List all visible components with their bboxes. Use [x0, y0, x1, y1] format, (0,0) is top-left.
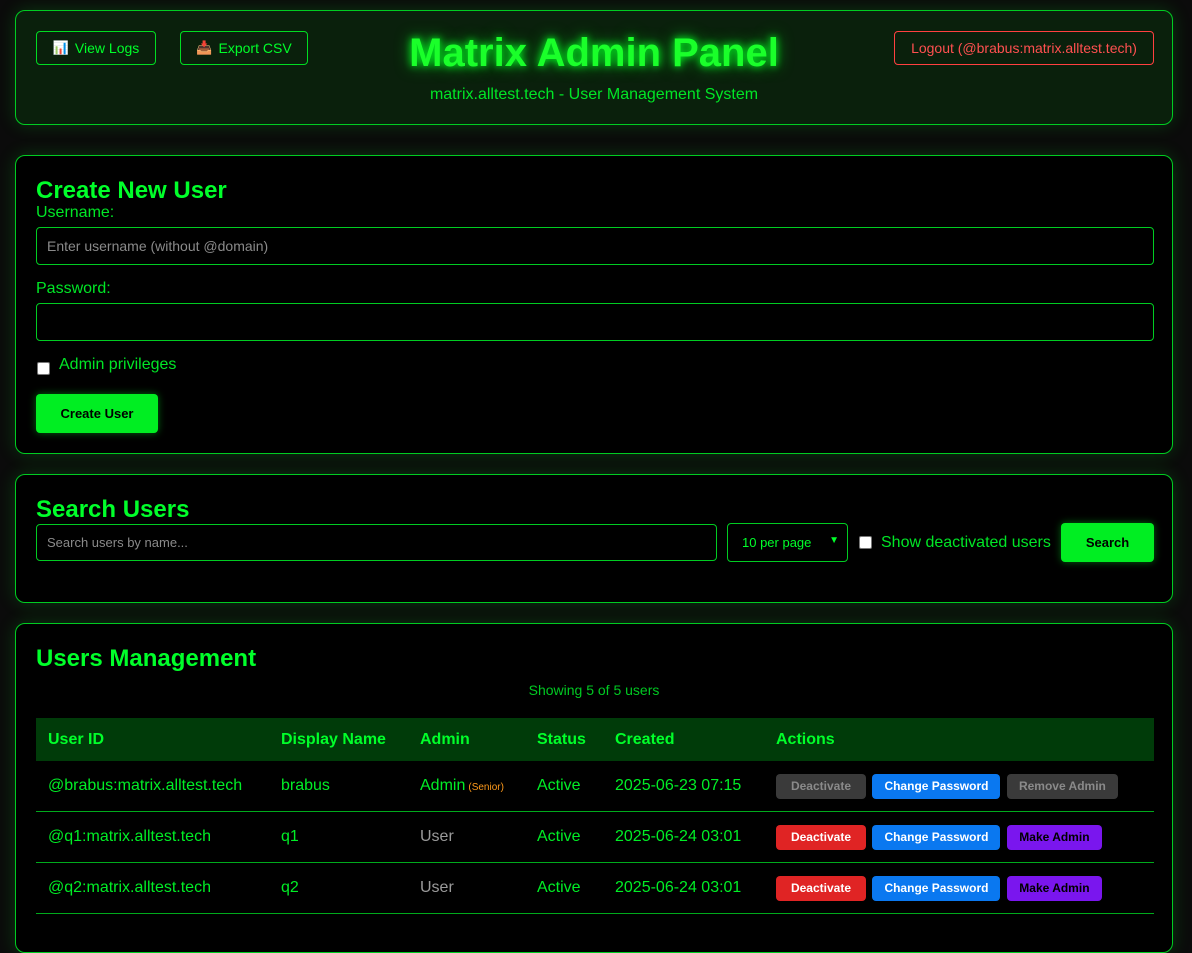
users-management-panel: Users Management Showing 5 of 5 users Us…	[15, 623, 1173, 953]
status-cell: Active	[525, 811, 603, 863]
status-cell: Active	[525, 862, 603, 914]
table-row: @q2:matrix.alltest.tech q2 User Active 2…	[36, 862, 1154, 914]
user-id-cell: @q1:matrix.alltest.tech	[36, 811, 269, 863]
make-admin-button[interactable]: Make Admin	[1006, 875, 1102, 901]
username-input[interactable]	[36, 227, 1154, 265]
create-user-panel: Create New User Username: Password: Admi…	[15, 155, 1173, 454]
actions-cell: Deactivate Change Password Remove Admin	[764, 761, 1154, 812]
username-label: Username:	[36, 204, 115, 221]
column-display-name[interactable]: Display Name	[269, 718, 408, 761]
admin-role: Admin	[420, 777, 466, 794]
password-label: Password:	[36, 280, 111, 297]
search-button[interactable]: Search	[1061, 523, 1154, 562]
created-cell: 2025-06-24 03:01	[603, 811, 764, 863]
deactivate-button: Deactivate	[776, 773, 866, 799]
change-password-button[interactable]: Change Password	[872, 773, 1001, 799]
admin-cell: Admin (Senior)	[408, 761, 525, 812]
column-admin[interactable]: Admin	[408, 718, 525, 761]
create-user-button[interactable]: Create User	[36, 394, 158, 433]
users-table: User ID Display Name Admin Status Create…	[36, 718, 1154, 914]
chevron-down-icon: ▼	[829, 535, 839, 546]
logout-button[interactable]: Logout (@brabus:matrix.alltest.tech)	[894, 31, 1154, 65]
showing-count: Showing 5 of 5 users	[528, 682, 660, 698]
admin-cell: User	[408, 811, 525, 863]
per-page-value: 10 per page	[742, 535, 812, 550]
show-deactivated-label: Show deactivated users	[881, 534, 1051, 551]
header-panel: 📊 View Logs 📥 Export CSV Matrix Admin Pa…	[15, 10, 1173, 125]
deactivate-button[interactable]: Deactivate	[776, 824, 866, 850]
column-created[interactable]: Created	[603, 718, 764, 761]
page-subtitle: matrix.alltest.tech - User Management Sy…	[429, 86, 759, 103]
display-name-cell: q2	[269, 862, 408, 914]
column-user-id[interactable]: User ID	[36, 718, 269, 761]
user-id-cell: @brabus:matrix.alltest.tech	[36, 761, 269, 812]
per-page-select[interactable]: 10 per page ▼	[727, 523, 848, 562]
actions-cell: Deactivate Change Password Make Admin	[764, 811, 1154, 863]
admin-cell: User	[408, 862, 525, 914]
column-actions: Actions	[776, 730, 835, 748]
change-password-button[interactable]: Change Password	[872, 875, 1001, 901]
deactivate-button[interactable]: Deactivate	[776, 875, 866, 901]
admin-privileges-label: Admin privileges	[59, 356, 177, 373]
search-users-panel: Search Users 10 per page ▼ Show deactiva…	[15, 474, 1173, 603]
table-row: @brabus:matrix.alltest.tech brabus Admin…	[36, 761, 1154, 812]
show-deactivated-checkbox[interactable]	[859, 536, 872, 549]
status-cell: Active	[525, 761, 603, 812]
admin-privileges-checkbox[interactable]	[37, 362, 50, 375]
senior-badge: (Senior)	[468, 782, 504, 793]
user-id-cell: @q2:matrix.alltest.tech	[36, 862, 269, 914]
column-status[interactable]: Status	[525, 718, 603, 761]
search-input[interactable]	[36, 524, 717, 561]
table-header-row: User ID Display Name Admin Status Create…	[36, 718, 1154, 761]
password-input[interactable]	[36, 303, 1154, 341]
created-cell: 2025-06-23 07:15	[603, 761, 764, 812]
remove-admin-button: Remove Admin	[1006, 773, 1118, 799]
display-name-cell: q1	[269, 811, 408, 863]
table-row: @q1:matrix.alltest.tech q1 User Active 2…	[36, 811, 1154, 863]
display-name-cell: brabus	[269, 761, 408, 812]
actions-cell: Deactivate Change Password Make Admin	[764, 862, 1154, 914]
create-user-heading: Create New User	[36, 177, 227, 204]
change-password-button[interactable]: Change Password	[872, 824, 1001, 850]
make-admin-button[interactable]: Make Admin	[1006, 824, 1102, 850]
users-management-heading: Users Management	[36, 645, 257, 672]
created-cell: 2025-06-24 03:01	[603, 862, 764, 914]
search-users-heading: Search Users	[36, 496, 190, 523]
